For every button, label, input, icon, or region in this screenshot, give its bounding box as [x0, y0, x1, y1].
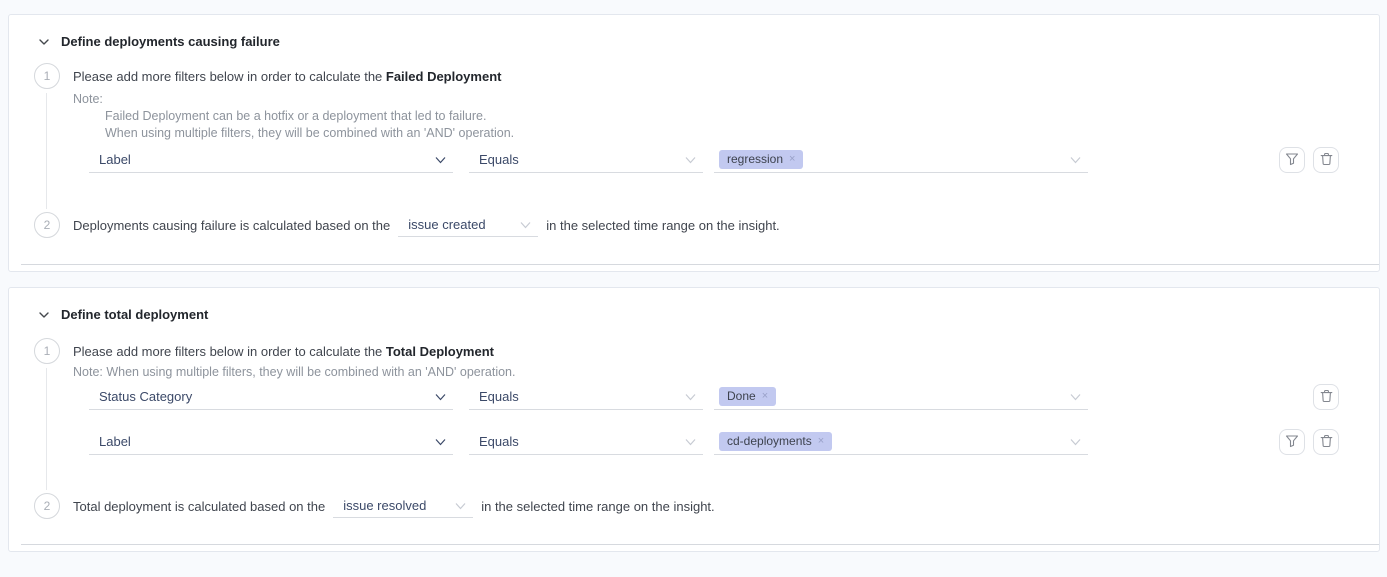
delete-filter-button[interactable]: [1313, 429, 1339, 455]
filter-operator-select[interactable]: Equals: [469, 384, 703, 410]
delete-filter-button[interactable]: [1313, 384, 1339, 410]
filter-row-actions: [1279, 429, 1339, 455]
event-type-value: issue resolved: [343, 498, 426, 513]
filter-field-select[interactable]: Status Category: [89, 384, 453, 410]
step-instruction-text: Please add more filters below in order t…: [73, 344, 386, 359]
metric-name: Failed Deployment: [386, 69, 502, 84]
chevron-down-icon: [435, 156, 446, 163]
filter-operator-select[interactable]: Equals: [469, 147, 703, 173]
filter-operator-value: Equals: [479, 389, 519, 404]
section-header: Define deployments causing failure: [39, 34, 280, 49]
step-number-badge: 1: [34, 338, 60, 364]
chevron-down-icon: [685, 156, 696, 163]
section-header: Define total deployment: [39, 307, 208, 322]
filter-operator-value: Equals: [479, 152, 519, 167]
step-instruction-text: Please add more filters below in order t…: [73, 69, 386, 84]
step-number-badge: 1: [34, 63, 60, 89]
filter-field-select[interactable]: Label: [89, 147, 453, 173]
step-2-text: Deployments causing failure is calculate…: [73, 213, 780, 237]
filter-row: Status Category Equals Done ×: [89, 384, 1339, 410]
step-instruction: Please add more filters below in order t…: [73, 344, 494, 359]
chevron-down-icon[interactable]: [39, 312, 49, 318]
funnel-icon: [1285, 434, 1299, 451]
calc-text-before: Deployments causing failure is calculate…: [73, 218, 390, 233]
chevron-down-icon: [435, 438, 446, 445]
chevron-down-icon: [685, 438, 696, 445]
note-line: Failed Deployment can be a hotfix or a d…: [105, 109, 486, 124]
event-type-select[interactable]: issue created: [398, 213, 538, 237]
card-footer-divider: [21, 264, 1379, 265]
note-label: Note:: [73, 92, 103, 107]
filter-value-select[interactable]: Done ×: [714, 384, 1088, 410]
filter-row: Label Equals cd-deployments ×: [89, 429, 1339, 455]
step-connector-line: [46, 93, 47, 209]
tag-remove-icon[interactable]: ×: [789, 153, 795, 166]
filter-field-select[interactable]: Label: [89, 429, 453, 455]
chevron-down-icon: [1070, 156, 1081, 163]
filter-value-select[interactable]: cd-deployments ×: [714, 429, 1088, 455]
chevron-down-icon: [1070, 393, 1081, 400]
value-tag: cd-deployments ×: [719, 432, 832, 451]
chevron-down-icon: [455, 502, 466, 509]
filter-field-value: Label: [99, 434, 131, 449]
delete-filter-button[interactable]: [1313, 147, 1339, 173]
filter-options-button[interactable]: [1279, 147, 1305, 173]
step-number-badge: 2: [34, 212, 60, 238]
calc-text-before: Total deployment is calculated based on …: [73, 499, 325, 514]
funnel-icon: [1285, 152, 1299, 169]
calc-text-after: in the selected time range on the insigh…: [546, 218, 779, 233]
section-title: Define total deployment: [61, 307, 208, 322]
filter-row: Label Equals regression ×: [89, 147, 1339, 173]
filter-row-actions: [1279, 147, 1339, 173]
metric-name: Total Deployment: [386, 344, 494, 359]
note-line: When using multiple filters, they will b…: [105, 126, 514, 141]
filter-field-value: Status Category: [99, 389, 192, 404]
chevron-down-icon: [685, 393, 696, 400]
step-number-badge: 2: [34, 493, 60, 519]
filter-row-actions: [1313, 384, 1339, 410]
chevron-down-icon: [520, 221, 531, 228]
filter-field-value: Label: [99, 152, 131, 167]
event-type-select[interactable]: issue resolved: [333, 494, 473, 518]
calc-text-after: in the selected time range on the insigh…: [481, 499, 714, 514]
section-title: Define deployments causing failure: [61, 34, 280, 49]
value-tag: Done ×: [719, 387, 776, 406]
tag-remove-icon[interactable]: ×: [762, 390, 768, 403]
event-type-value: issue created: [408, 217, 485, 232]
step-connector-line: [46, 368, 47, 490]
filter-options-button[interactable]: [1279, 429, 1305, 455]
step-2-text: Total deployment is calculated based on …: [73, 494, 715, 518]
step-2-row: 2 Deployments causing failure is calcula…: [34, 212, 780, 238]
chevron-down-icon[interactable]: [39, 39, 49, 45]
trash-icon: [1320, 389, 1333, 406]
filter-operator-value: Equals: [479, 434, 519, 449]
panel-define-deployments-causing-failure: Define deployments causing failure 1 Ple…: [8, 14, 1380, 272]
trash-icon: [1320, 152, 1333, 169]
value-tag-label: cd-deployments: [727, 435, 812, 448]
panel-define-total-deployment: Define total deployment 1 Please add mor…: [8, 287, 1380, 552]
chevron-down-icon: [435, 393, 446, 400]
chevron-down-icon: [1070, 438, 1081, 445]
tag-remove-icon[interactable]: ×: [818, 435, 824, 448]
value-tag: regression ×: [719, 150, 803, 169]
step-instruction: Please add more filters below in order t…: [73, 69, 501, 84]
filter-value-select[interactable]: regression ×: [714, 147, 1088, 173]
step-2-row: 2 Total deployment is calculated based o…: [34, 493, 715, 519]
value-tag-label: regression: [727, 153, 783, 166]
value-tag-label: Done: [727, 390, 756, 403]
card-footer-divider: [21, 544, 1379, 545]
filter-operator-select[interactable]: Equals: [469, 429, 703, 455]
note-line: Note: When using multiple filters, they …: [73, 365, 515, 380]
trash-icon: [1320, 434, 1333, 451]
